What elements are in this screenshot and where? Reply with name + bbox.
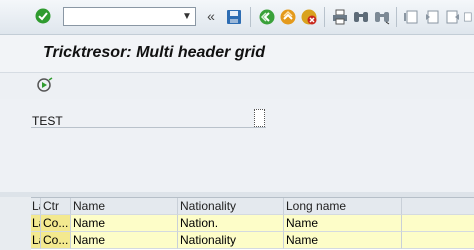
toolbar-separator [396, 7, 397, 27]
next-page-icon[interactable] [444, 8, 461, 25]
table-row[interactable]: La Co... Name Nationality Name [31, 232, 474, 249]
column-header-blank [402, 198, 474, 215]
table-cell[interactable]: La [31, 232, 41, 249]
column-header-nationality[interactable]: Nationality [178, 198, 284, 215]
execute-icon[interactable] [37, 77, 53, 93]
test-underline [31, 127, 266, 128]
cancel-icon[interactable] [300, 8, 317, 25]
test-label: TEST [32, 114, 63, 128]
column-header-la[interactable]: La [31, 198, 41, 215]
multi-header-grid: La Ctr Name Nationality Long name La Co.… [31, 197, 474, 250]
print-icon[interactable] [331, 8, 348, 25]
grid-header-row: La Ctr Name Nationality Long name [31, 198, 474, 215]
table-cell[interactable]: Name [71, 215, 178, 232]
previous-page-icon[interactable] [423, 8, 440, 25]
table-cell[interactable] [402, 215, 474, 232]
collapse-icon[interactable]: « [204, 8, 218, 24]
column-header-ctr[interactable]: Ctr [41, 198, 71, 215]
table-cell[interactable]: Name [284, 215, 402, 232]
page-title: Tricktresor: Multi header grid [43, 44, 265, 61]
table-row[interactable]: La Co... Name Nation. Name [31, 215, 474, 232]
column-header-long-name[interactable]: Long name [284, 198, 402, 215]
application-toolbar [0, 73, 474, 99]
save-icon[interactable] [225, 8, 242, 25]
column-header-name[interactable]: Name [71, 198, 178, 215]
command-field[interactable]: ▼ [63, 7, 196, 26]
table-cell[interactable]: Co... [41, 232, 71, 249]
first-page-icon[interactable] [402, 8, 419, 25]
back-icon[interactable] [258, 8, 275, 25]
enter-check-icon[interactable] [35, 8, 51, 24]
find-icon[interactable] [352, 8, 369, 25]
system-toolbar: ▼ « [0, 0, 474, 35]
table-cell[interactable]: Nationality [178, 232, 284, 249]
exit-icon[interactable] [279, 8, 296, 25]
find-next-icon[interactable] [373, 8, 390, 25]
table-cell[interactable] [402, 232, 474, 249]
command-dropdown-icon[interactable]: ▼ [182, 12, 192, 22]
table-cell[interactable]: Name [71, 232, 178, 249]
table-cell[interactable]: Name [284, 232, 402, 249]
content-area: TEST [0, 99, 474, 195]
toolbar-separator [250, 7, 251, 27]
table-cell[interactable]: Co... [41, 215, 71, 232]
table-cell[interactable]: La [31, 215, 41, 232]
test-input-box[interactable] [254, 109, 265, 127]
title-bar: Tricktresor: Multi header grid [0, 35, 474, 73]
last-page-icon[interactable] [463, 8, 474, 25]
toolbar-separator [324, 7, 325, 27]
table-cell[interactable]: Nation. [178, 215, 284, 232]
